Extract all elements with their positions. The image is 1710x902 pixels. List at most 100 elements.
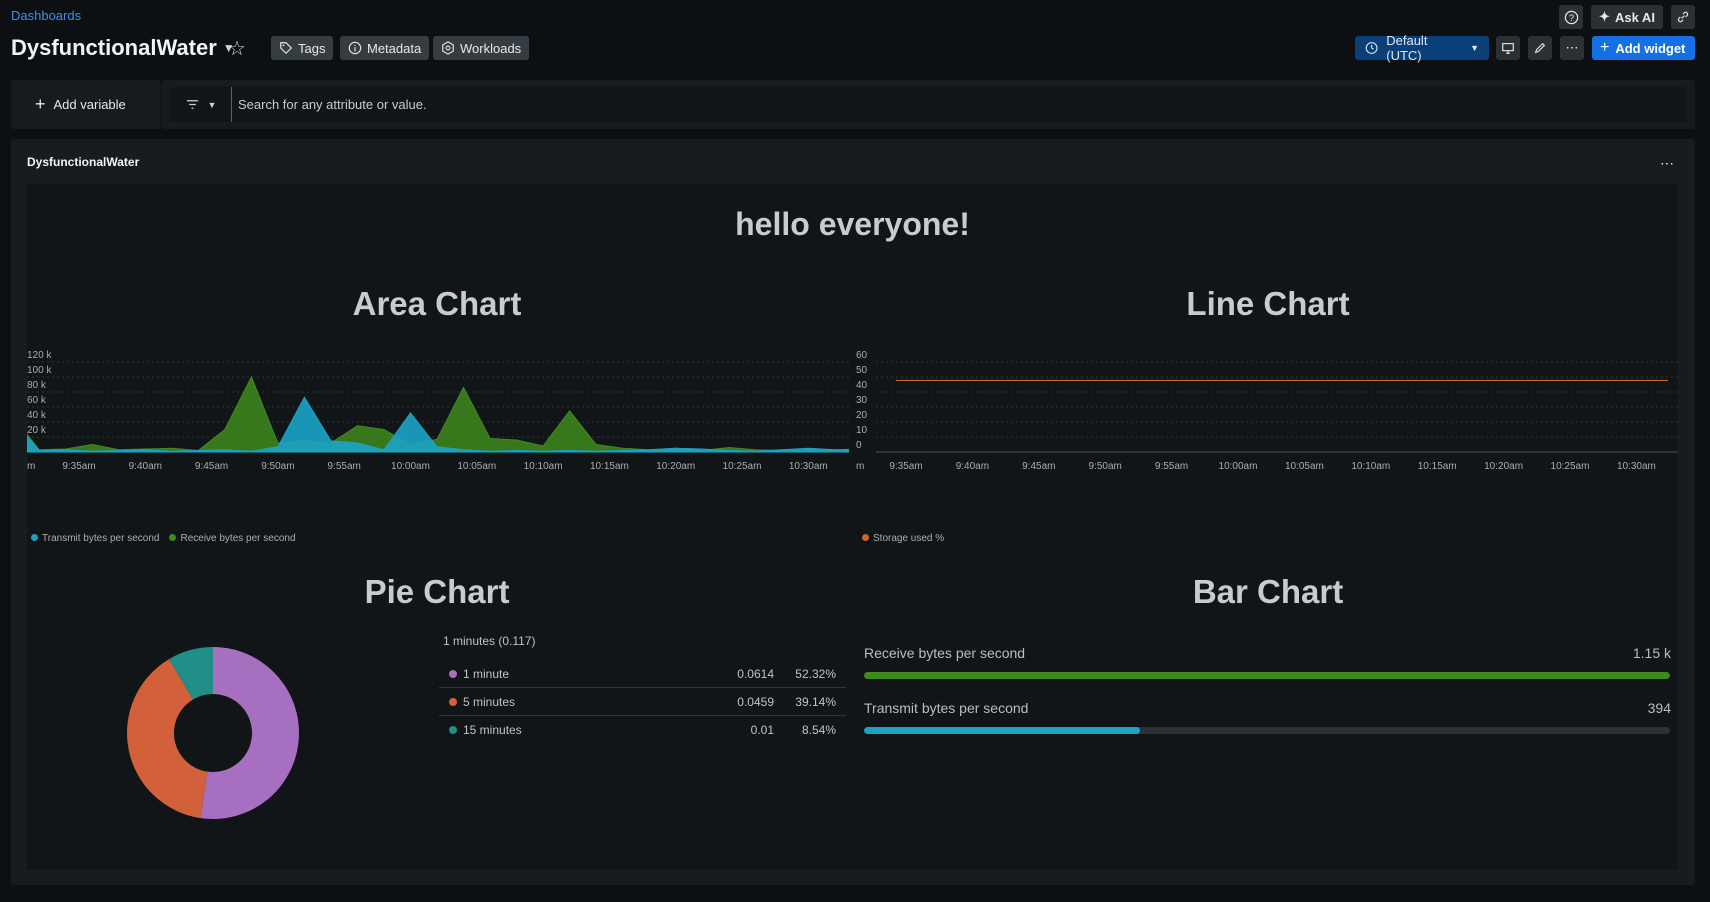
pie-legend-row[interactable]: 1 minute 0.0614 52.32% — [439, 660, 846, 688]
y-tick-label: 40 k — [27, 410, 47, 421]
x-tick-label: 10:00am — [391, 461, 430, 472]
info-icon — [348, 41, 362, 55]
panel-menu-icon[interactable]: ⋯ — [1660, 155, 1675, 172]
edit-pencil-icon[interactable] — [1528, 36, 1552, 60]
line-chart: 0 10 20 30 40 50 60 m 9:35am 9:40am 9:45am 9:50am 9:… — [856, 350, 1678, 472]
bar-chart-title: Bar Chart — [1192, 573, 1344, 610]
legend-item-receive[interactable]: Receive bytes per second — [169, 533, 296, 544]
pie-legend-row[interactable]: 5 minutes 0.0459 39.14% — [439, 688, 846, 716]
area-chart-legend: Transmit bytes per second Receive bytes … — [31, 533, 296, 544]
x-tick-label: 10:20am — [656, 461, 695, 472]
area-chart-title: Area Chart — [352, 285, 522, 322]
pie-chart — [126, 647, 299, 819]
tags-label: Tags — [298, 40, 326, 56]
y-tick-label: 60 k — [27, 395, 47, 406]
search-input[interactable] — [232, 97, 832, 112]
x-tick-label: 9:50am — [1089, 461, 1122, 472]
x-tick-label: 9:35am — [889, 461, 922, 472]
y-tick-label: 120 k — [27, 350, 52, 361]
tv-mode-icon[interactable] — [1496, 36, 1520, 60]
bar-value-receive: 1.15 k — [1632, 645, 1671, 661]
y-tick-label: 80 k — [27, 380, 47, 391]
legend-item-transmit[interactable]: Transmit bytes per second — [31, 533, 159, 544]
x-tick-label: 9:45am — [1022, 461, 1055, 472]
x-tick-label: 10:10am — [524, 461, 563, 472]
add-widget-button[interactable]: + Add widget — [1592, 36, 1695, 60]
metadata-button[interactable]: Metadata — [340, 36, 430, 60]
pie-summary: 1 minutes (0.117) — [443, 634, 536, 648]
ask-ai-button[interactable]: ✦ Ask AI — [1591, 5, 1663, 29]
x-tick-label: m — [856, 461, 864, 472]
plus-icon: + — [35, 94, 46, 114]
x-tick-label: 9:45am — [195, 461, 228, 472]
timezone-picker[interactable]: Default (UTC) ▼ — [1355, 33, 1489, 63]
ask-ai-label: Ask AI — [1614, 9, 1655, 25]
x-tick-label: 10:00am — [1219, 461, 1258, 472]
x-tick-label: 9:40am — [129, 461, 162, 472]
add-variable-label: Add variable — [53, 97, 126, 112]
sparkle-icon: ✦ — [1599, 9, 1610, 24]
filter-bar: ▼ — [162, 80, 1695, 129]
dashboard-title-text: DysfunctionalWater — [11, 35, 217, 60]
favorite-star-icon[interactable]: ☆ — [228, 36, 246, 61]
widget-heading: hello everyone! — [735, 206, 970, 242]
x-tick-label: 10:15am — [1418, 461, 1457, 472]
bar-label-receive: Receive bytes per second — [864, 645, 1026, 661]
add-widget-label: Add widget — [1615, 40, 1686, 56]
legend-item-storage[interactable]: Storage used % — [862, 533, 944, 544]
x-tick-label: 10:10am — [1351, 461, 1390, 472]
x-tick-label: 10:25am — [723, 461, 762, 472]
link-icon[interactable] — [1671, 5, 1695, 29]
svg-text:?: ? — [1568, 12, 1573, 22]
more-options-icon[interactable]: ⋯ — [1560, 36, 1584, 60]
bar-track-receive[interactable] — [864, 672, 1670, 679]
pie-chart-title: Pie Chart — [364, 573, 510, 610]
filter-dropdown[interactable]: ▼ — [170, 87, 232, 122]
bar-track-transmit[interactable] — [864, 727, 1670, 734]
line-chart-legend: Storage used % — [862, 533, 944, 544]
x-tick-label: 10:25am — [1551, 461, 1590, 472]
y-tick-label: 20 — [856, 410, 868, 421]
y-tick-label: 50 — [856, 365, 868, 376]
metadata-label: Metadata — [367, 40, 422, 56]
y-tick-label: 60 — [856, 350, 868, 361]
x-tick-label: 10:30am — [789, 461, 828, 472]
x-tick-label: 10:20am — [1484, 461, 1523, 472]
bar-transmit — [864, 727, 1141, 734]
dashboard-title[interactable]: DysfunctionalWater ▼ — [11, 35, 235, 61]
timezone-label: Default (UTC) — [1386, 33, 1428, 63]
x-tick-label: 10:05am — [457, 461, 496, 472]
x-tick-label: 9:55am — [1155, 461, 1188, 472]
clock-icon — [1365, 42, 1378, 54]
plus-icon: + — [1600, 39, 1610, 56]
hexagon-icon — [442, 41, 454, 55]
help-icon[interactable]: ? — [1559, 5, 1583, 29]
slice-1-minute — [200, 647, 299, 819]
pie-legend-row[interactable]: 15 minutes 0.01 8.54% — [439, 716, 846, 744]
x-tick-label: 9:55am — [328, 461, 361, 472]
area-chart: 020 k40 k60 k80 k100 k120 km9:35am9:40am… — [27, 350, 849, 472]
line-chart-title: Line Chart — [1186, 285, 1350, 322]
receive-series-area — [27, 375, 849, 453]
x-tick-label: m — [27, 461, 35, 472]
workloads-button[interactable]: Workloads — [433, 36, 530, 60]
x-tick-label: 9:40am — [956, 461, 989, 472]
filter-icon — [186, 100, 198, 109]
y-tick-label: 30 — [856, 395, 868, 406]
panel-title: DysfunctionalWater — [27, 155, 140, 169]
x-tick-label: 10:05am — [1285, 461, 1324, 472]
breadcrumb-dashboards[interactable]: Dashboards — [11, 8, 81, 23]
chevron-down-icon: ▼ — [1470, 43, 1479, 53]
x-tick-label: 9:50am — [261, 461, 294, 472]
workloads-label: Workloads — [460, 40, 522, 56]
y-tick-label: 10 — [856, 425, 868, 436]
tags-button[interactable]: Tags — [271, 36, 334, 60]
chevron-down-icon: ▼ — [207, 99, 217, 110]
x-tick-label: 10:30am — [1617, 461, 1656, 472]
add-variable-button[interactable]: + Add variable — [11, 80, 161, 129]
x-tick-label: 9:35am — [62, 461, 95, 472]
bar-receive — [864, 672, 1670, 679]
tag-icon — [280, 42, 293, 55]
bar-value-transmit: 394 — [1647, 700, 1671, 716]
y-tick-label: 100 k — [27, 365, 52, 376]
